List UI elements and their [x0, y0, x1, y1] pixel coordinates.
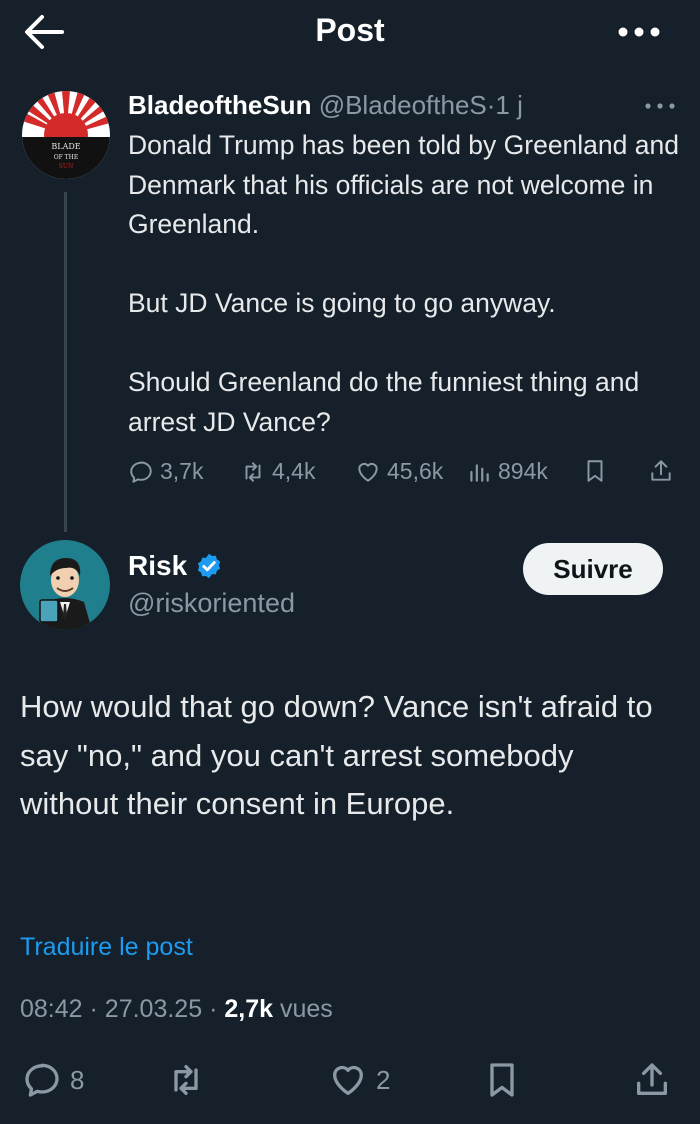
repost-count: 4,4k [272, 458, 316, 484]
handle[interactable]: @BladeoftheS [319, 90, 487, 120]
page-title: Post [315, 12, 385, 48]
cartoon-man-avatar-icon [20, 540, 110, 630]
views-stat[interactable]: 894k [466, 458, 548, 485]
views-label: vues [279, 995, 333, 1023]
post-action-bar: 8 2 [0, 1060, 700, 1104]
meta-separator: · [89, 995, 98, 1023]
bookmark-icon [490, 1063, 514, 1097]
svg-text:SUN: SUN [59, 163, 73, 170]
translate-post-link[interactable]: Traduire le post [20, 933, 193, 962]
parent-post-text: Donald Trump has been told by Greenland … [128, 126, 688, 442]
reply-stat[interactable]: 3,7k [128, 458, 203, 485]
bookmark-button[interactable] [582, 458, 608, 484]
meta-separator: · [209, 995, 218, 1023]
like-button[interactable]: 2 [328, 1060, 390, 1100]
like-count: 45,6k [387, 458, 444, 484]
reply-count: 8 [70, 1064, 85, 1095]
svg-text:BLADE: BLADE [51, 142, 80, 151]
post-time: 08:42 [20, 995, 83, 1023]
parent-post-stats: 3,7k 4,4k 45,6k 894k [0, 458, 700, 494]
blade-of-the-sun-logo-icon: BLADE OF THE SUN [22, 91, 110, 179]
post-paragraph: Should Greenland do the funniest thing a… [128, 367, 640, 437]
more-dots-icon [618, 27, 660, 37]
parent-post-header: BladeoftheSun @BladeoftheS·1 j [128, 90, 523, 121]
share-button[interactable] [648, 458, 674, 484]
heart-icon [333, 1065, 363, 1095]
heart-icon [358, 462, 378, 482]
display-name: Risk [128, 550, 188, 581]
reply-text: How would that go down? Vance isn't afra… [20, 689, 653, 821]
share-icon [637, 1063, 667, 1095]
post-date: 27.03.25 [104, 995, 203, 1023]
share-button[interactable] [632, 1060, 672, 1100]
avatar[interactable]: BLADE OF THE SUN [22, 91, 110, 179]
more-dots-icon [645, 103, 675, 109]
post-more-button[interactable] [640, 98, 680, 114]
post-paragraph: Donald Trump has been told by Greenland … [128, 130, 679, 239]
follow-button[interactable]: Suivre [523, 543, 663, 595]
repost-icon [174, 1065, 198, 1095]
handle[interactable]: @riskoriented [128, 588, 295, 619]
reply-count: 3,7k [160, 458, 204, 484]
repost-button[interactable] [166, 1060, 206, 1100]
display-name[interactable]: BladeoftheSun [128, 90, 311, 120]
bookmark-button[interactable] [482, 1060, 522, 1100]
avatar[interactable] [20, 540, 110, 630]
reply-icon [130, 460, 152, 483]
post-age: 1 j [495, 90, 523, 120]
post-paragraph: But JD Vance is going to go anyway. [128, 288, 556, 318]
reply-author[interactable]: Risk [128, 550, 223, 582]
like-count: 2 [376, 1064, 391, 1095]
views-bar-chart-icon [470, 463, 489, 482]
reply-icon [25, 1063, 59, 1097]
more-options-button[interactable] [614, 20, 664, 44]
repost-icon [245, 461, 261, 482]
svg-text:OF THE: OF THE [54, 154, 79, 161]
views-count: 2,7k [224, 995, 274, 1023]
share-icon [651, 460, 671, 481]
reply-button[interactable]: 8 [22, 1060, 84, 1100]
bookmark-icon [587, 460, 603, 482]
views-count: 894k [498, 458, 548, 484]
verified-badge-icon [198, 553, 221, 579]
like-stat[interactable]: 45,6k [355, 458, 443, 485]
post-metadata: 08:42 · 27.03.25 · 2,7k vues [20, 995, 333, 1024]
repost-stat[interactable]: 4,4k [240, 458, 315, 485]
